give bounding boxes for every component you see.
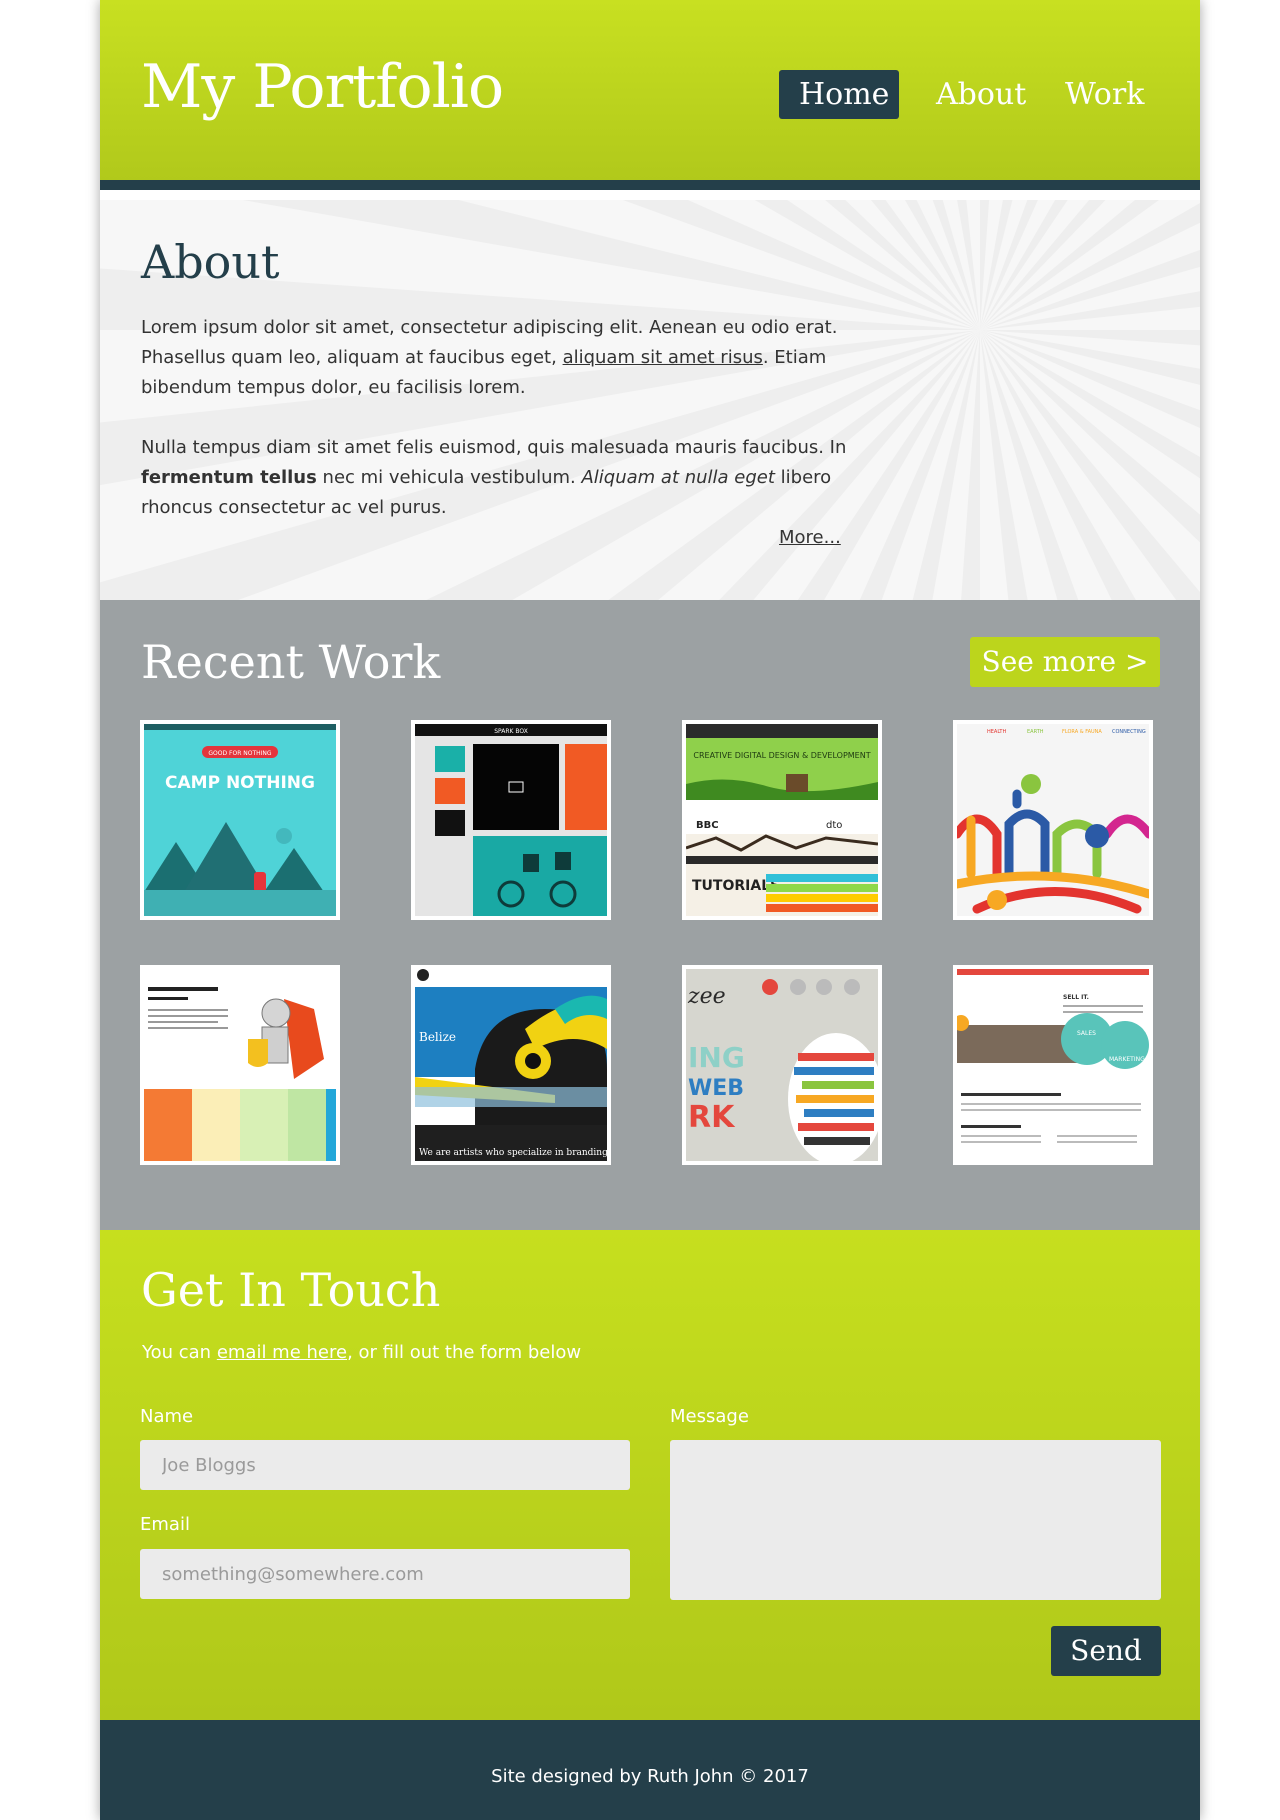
thumb-caption: zee xyxy=(687,984,726,1009)
name-input[interactable] xyxy=(140,1440,630,1490)
about-paragraph-2: Nulla tempus diam sit amet felis euismod… xyxy=(141,437,847,518)
svg-text:dto: dto xyxy=(826,820,842,831)
see-more-button[interactable]: See more > xyxy=(970,637,1160,687)
contact-section: Get In Touch You can email me here, or f… xyxy=(100,1230,1200,1720)
message-textarea[interactable] xyxy=(670,1440,1161,1600)
nav-about[interactable]: About xyxy=(916,70,1032,119)
send-button[interactable]: Send xyxy=(1051,1626,1161,1676)
work-thumb-creative-digital[interactable]: CREATIVE DIGITAL DESIGN & DEVELOPMENT BB… xyxy=(682,720,882,920)
contact-title: Get In Touch xyxy=(141,1263,441,1317)
thumb-caption: SPARK BOX xyxy=(494,728,528,735)
work-thumb-knight-pricing[interactable] xyxy=(140,965,340,1165)
thumb-word-1: ING xyxy=(688,1041,745,1074)
work-thumb-camp-nothing[interactable]: GOOD FOR NOTHING CAMP NOTHING xyxy=(140,720,340,920)
thumb-nav-1: HEALTH xyxy=(987,729,1006,735)
thumb-label-2: SALES xyxy=(1077,1030,1096,1037)
thumb-word-3: RK xyxy=(688,1100,736,1135)
about-paragraph-1: Lorem ipsum dolor sit amet, consectetur … xyxy=(141,317,838,398)
nav-home[interactable]: Home xyxy=(779,70,899,119)
footer-credit: Site designed by Ruth John © 2017 xyxy=(491,1766,809,1787)
thumb-tagline: We are artists who specialize in brandin… xyxy=(419,1148,607,1158)
work-thumb-belize-toucan[interactable]: Belize We are artists who specialize in … xyxy=(411,965,611,1165)
work-thumb-spark-box[interactable]: SPARK BOX xyxy=(411,720,611,920)
email-label: Email xyxy=(140,1514,190,1535)
about-inline-link[interactable]: aliquam sit amet risus xyxy=(563,347,763,368)
site-header: My Portfolio Home About Work xyxy=(100,0,1200,190)
thumb-label-3: MARKETING xyxy=(1109,1056,1145,1063)
thumb-headline: CREATIVE DIGITAL DESIGN & DEVELOPMENT xyxy=(693,751,870,760)
thumb-nav-4: CONNECTING xyxy=(1112,729,1146,735)
thumb-word-2: WEB xyxy=(688,1076,744,1101)
work-thumb-sales-marketing[interactable]: SELL IT. SALES MARKETING xyxy=(953,965,1153,1165)
work-thumb-typography[interactable]: zee ING WEB RK xyxy=(682,965,882,1165)
thumb-badge-text: GOOD FOR NOTHING xyxy=(208,750,272,757)
thumb-caption: Belize xyxy=(419,1030,456,1044)
name-label: Name xyxy=(140,1406,194,1427)
email-input[interactable] xyxy=(140,1549,630,1599)
about-section: About Lorem ipsum dolor sit amet, consec… xyxy=(100,200,1200,600)
recent-work-title: Recent Work xyxy=(141,635,441,689)
about-more-link[interactable]: More... xyxy=(779,523,841,553)
svg-text:BBC: BBC xyxy=(696,820,719,831)
thumb-label-1: SELL IT. xyxy=(1063,994,1089,1001)
sunburst-ray xyxy=(980,249,1200,330)
thumb-nav-3: FLORA & FAUNA xyxy=(1062,729,1102,735)
recent-work-section: Recent Work See more > GOOD FOR NOTHING … xyxy=(100,600,1200,1230)
site-footer: Site designed by Ruth John © 2017 xyxy=(100,1720,1200,1820)
page: My Portfolio Home About Work About Lorem… xyxy=(100,0,1200,1820)
message-label: Message xyxy=(670,1406,749,1427)
about-title: About xyxy=(141,235,280,289)
work-thumb-colourful-lines[interactable]: HEALTH EARTH FLORA & FAUNA CONNECTING xyxy=(953,720,1153,920)
contact-intro: You can email me here, or fill out the f… xyxy=(142,1342,582,1363)
nav-work[interactable]: Work xyxy=(1045,70,1151,119)
site-logo[interactable]: My Portfolio xyxy=(141,52,504,122)
email-link[interactable]: email me here xyxy=(217,1342,347,1363)
thumb-caption: CAMP NOTHING xyxy=(165,773,315,793)
thumb-nav-2: EARTH xyxy=(1027,729,1044,735)
